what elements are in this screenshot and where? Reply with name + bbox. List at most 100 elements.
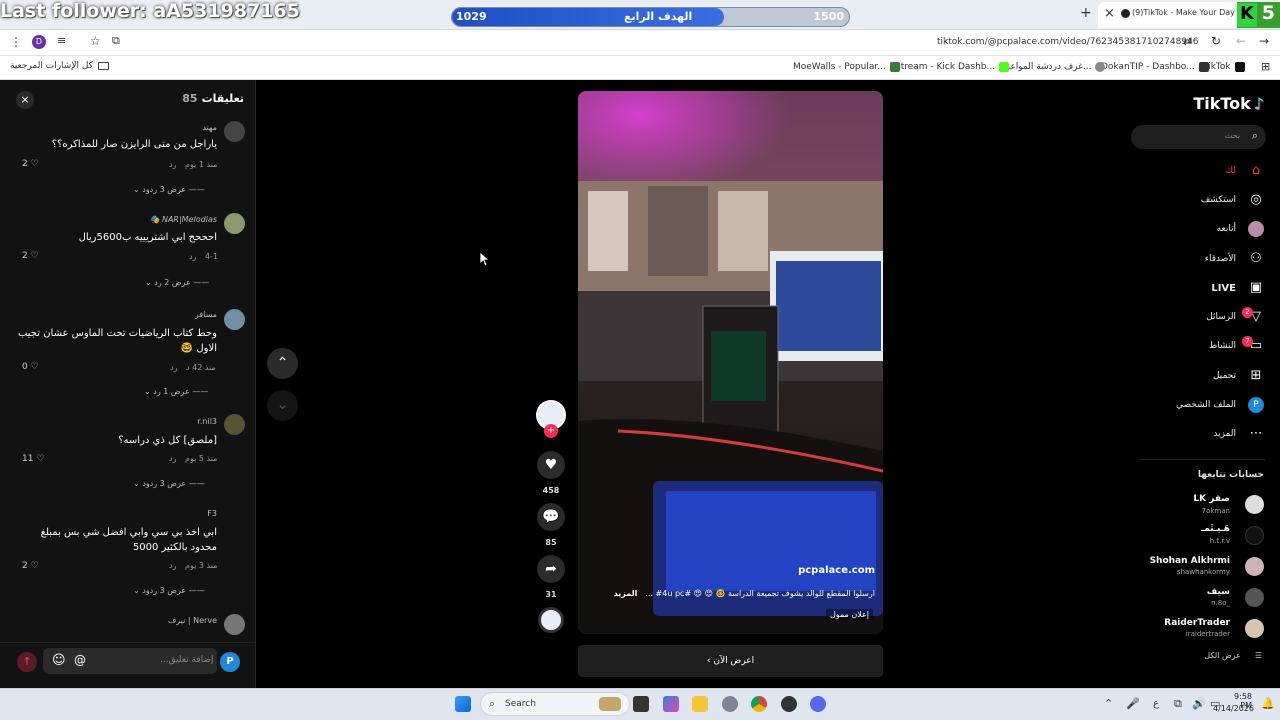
- comment-author[interactable]: نيرف | Nerve: [168, 616, 217, 625]
- avatar[interactable]: [1245, 557, 1264, 576]
- task-view-icon[interactable]: [633, 696, 649, 712]
- view-replies-button[interactable]: ⌄ عرض 2 رد ——: [145, 278, 209, 287]
- address-bar[interactable]: tiktok.com/@pcpalace.com/video/762345381…: [937, 37, 1199, 47]
- tray-chevron-icon[interactable]: ⌃: [1104, 697, 1113, 710]
- nav-upload[interactable]: تحميل: [1213, 371, 1236, 381]
- comment-author[interactable]: مسافر: [195, 310, 217, 319]
- avatar[interactable]: [224, 213, 245, 234]
- view-replies-button[interactable]: ⌄ عرض 3 ردود ——: [133, 479, 205, 488]
- settings-gear-icon[interactable]: [722, 696, 738, 712]
- view-replies-button[interactable]: ⌄ عرض 3 ردود ——: [133, 185, 205, 194]
- profile-icon[interactable]: P: [1248, 397, 1264, 413]
- search-icon[interactable]: ⌕: [1252, 129, 1258, 143]
- back-icon[interactable]: →: [1259, 34, 1269, 48]
- view-replies-button[interactable]: ⌄ عرض 3 ردود ——: [133, 586, 205, 595]
- menu-icon[interactable]: ⋮: [10, 35, 22, 49]
- volume-icon[interactable]: 🔊: [1192, 697, 1206, 710]
- comment-like[interactable]: 2 ♡: [22, 251, 39, 261]
- nav-explore[interactable]: استكشف: [1201, 195, 1236, 205]
- clock-date[interactable]: 4/14/2026: [1213, 704, 1254, 713]
- reply-link[interactable]: رد: [170, 363, 177, 372]
- following-name[interactable]: RaiderTrader: [1164, 618, 1230, 628]
- nav-friends[interactable]: الأصدقاء: [1205, 254, 1236, 264]
- tab-close-icon[interactable]: ×: [1104, 6, 1115, 21]
- chrome-icon[interactable]: [751, 696, 767, 712]
- like-button[interactable]: ♥: [537, 451, 565, 479]
- avatar[interactable]: [1245, 526, 1264, 545]
- follow-plus-icon[interactable]: +: [544, 424, 558, 438]
- search-input[interactable]: بحث ⌕: [1131, 125, 1266, 149]
- cast-icon[interactable]: ⧉: [112, 34, 120, 48]
- home-icon[interactable]: ⌂: [1248, 163, 1264, 179]
- following-name[interactable]: هَـيـثَمـ: [1201, 524, 1230, 534]
- new-tab-button[interactable]: +: [1080, 5, 1092, 21]
- avatar[interactable]: [1245, 619, 1264, 638]
- avatar[interactable]: [224, 121, 245, 142]
- live-icon[interactable]: ▣: [1248, 280, 1264, 296]
- avatar[interactable]: [224, 414, 245, 435]
- friends-icon[interactable]: ⚇: [1248, 251, 1264, 267]
- nav-activity[interactable]: النشاط: [1209, 341, 1236, 351]
- reload-icon[interactable]: ↻: [1211, 34, 1221, 48]
- more-icon[interactable]: ⋯: [1248, 426, 1264, 442]
- share-button[interactable]: ➦: [537, 555, 565, 583]
- taskbar-search[interactable]: ⌕ Search: [480, 692, 630, 716]
- avatar[interactable]: [1245, 495, 1264, 514]
- comment-author[interactable]: 🎭 NAR|Melodias: [149, 215, 217, 224]
- next-video-button[interactable]: ⌄: [267, 390, 298, 421]
- app-icon[interactable]: [781, 696, 797, 712]
- upload-icon[interactable]: ⊞: [1248, 368, 1264, 384]
- nav-live[interactable]: LIVE: [1211, 283, 1236, 294]
- windows-start-icon[interactable]: [455, 696, 471, 712]
- explore-icon[interactable]: ◎: [1248, 192, 1264, 208]
- view-replies-button[interactable]: ⌄ عرض 1 رد ——: [144, 387, 208, 396]
- reply-link[interactable]: رد: [189, 252, 196, 261]
- profile-avatar[interactable]: D: [32, 35, 46, 49]
- avatar[interactable]: [224, 614, 245, 635]
- reply-link[interactable]: رد: [169, 160, 176, 169]
- nav-profile[interactable]: الملف الشخصي: [1176, 400, 1236, 410]
- comment-author[interactable]: مهند: [202, 123, 217, 132]
- following-name[interactable]: Shohan Alkhrmi: [1150, 556, 1230, 566]
- tiktok-logo[interactable]: TikTok ♪: [1193, 94, 1264, 113]
- following-name[interactable]: سيف: [1207, 587, 1230, 597]
- apps-grid-icon[interactable]: ⊞: [1261, 60, 1270, 73]
- following-name[interactable]: LK صقر: [1193, 494, 1230, 504]
- site-settings-icon[interactable]: ⇄: [1183, 35, 1192, 48]
- comment-like[interactable]: 2 ♡: [22, 159, 39, 169]
- bookmark-star-icon[interactable]: ☆: [90, 34, 101, 48]
- nav-messages[interactable]: الرسائل: [1206, 312, 1236, 322]
- music-disc-icon[interactable]: [538, 607, 564, 633]
- bookmark-moewalls[interactable]: MoeWalls - Popular...: [793, 60, 900, 74]
- nav-more[interactable]: المزيد: [1213, 429, 1236, 439]
- reply-link[interactable]: رد: [169, 454, 176, 463]
- bookmark-tiktok[interactable]: TikTok: [1203, 60, 1245, 74]
- post-comment-button[interactable]: ↑: [17, 652, 37, 672]
- copilot-icon[interactable]: [663, 696, 679, 712]
- emoji-icon[interactable]: ☺: [52, 653, 66, 668]
- file-explorer-icon[interactable]: [692, 696, 708, 712]
- nav-following[interactable]: أتابعه: [1217, 224, 1236, 234]
- user-avatar[interactable]: P: [220, 652, 240, 672]
- forward-icon[interactable]: ←: [1236, 34, 1246, 48]
- bookmark-dokantip[interactable]: DokanTIP - Dashbo...: [1101, 60, 1209, 74]
- video-player[interactable]: pcpalace.com ارسلوا المقطع للوالد يشوف ت…: [578, 91, 883, 634]
- reading-list-icon[interactable]: ≡: [57, 34, 66, 47]
- mention-icon[interactable]: @: [74, 653, 86, 667]
- avatar[interactable]: [1245, 588, 1264, 607]
- notification-bell-icon[interactable]: 🔔: [1261, 697, 1275, 710]
- see-all-button[interactable]: عرض الكل ☰: [1204, 651, 1262, 660]
- nav-for-you[interactable]: لك: [1226, 166, 1236, 176]
- comment-like[interactable]: 2 ♡: [22, 561, 39, 571]
- caption-more-button[interactable]: المزيد: [614, 589, 638, 598]
- previous-video-button[interactable]: ⌃: [267, 348, 298, 379]
- microphone-icon[interactable]: 🎤: [1126, 697, 1140, 710]
- all-bookmarks[interactable]: كل الإشارات المرجعية: [10, 61, 109, 71]
- comment-author[interactable]: F3: [207, 509, 217, 518]
- bookmark-chat[interactable]: غرف دردشة المواعدة...: [1001, 60, 1106, 74]
- avatar[interactable]: [224, 309, 245, 330]
- close-comments-button[interactable]: ×: [16, 91, 34, 109]
- reply-link[interactable]: رد: [169, 561, 176, 570]
- discord-icon[interactable]: [810, 696, 826, 712]
- following-avatar-icon[interactable]: [1248, 221, 1264, 237]
